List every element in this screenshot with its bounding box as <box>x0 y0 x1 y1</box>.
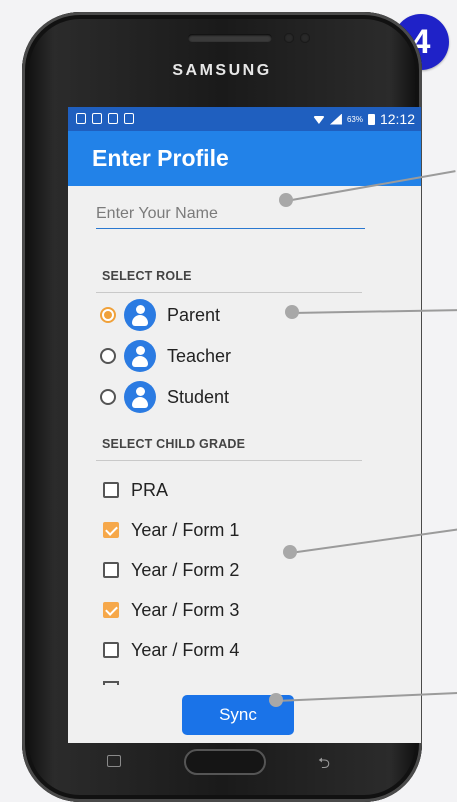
battery-icon <box>367 113 375 125</box>
recent-apps-icon[interactable] <box>107 755 121 767</box>
grade-divider <box>96 460 362 461</box>
device-brand: SAMSUNG <box>172 62 272 79</box>
notification-photo-icon <box>108 113 118 124</box>
phone-frame: SAMSUNG 63% 12:12 Enter Profile SELECT R… <box>22 12 422 802</box>
grade-option-year-4[interactable]: Year / Form 4 <box>103 636 239 664</box>
grade-label: Year / Form 4 <box>131 639 240 660</box>
grade-option-year-1[interactable]: Year / Form 1 <box>103 516 239 544</box>
grade-label: Year / Form 1 <box>131 519 240 540</box>
grade-option-year-3[interactable]: Year / Form 3 <box>103 596 239 624</box>
wifi-icon <box>312 116 325 124</box>
role-option-teacher[interactable]: Teacher <box>100 340 231 372</box>
notification-gallery-icon <box>76 113 86 124</box>
callout-dot-grade <box>283 545 297 559</box>
checkbox[interactable] <box>103 482 119 498</box>
callout-dot-name <box>279 193 293 207</box>
notification-photo-icon <box>124 113 134 124</box>
grade-section-label: SELECT CHILD GRADE <box>102 437 246 451</box>
status-bar: 63% 12:12 <box>68 107 421 131</box>
callout-dot-sync <box>269 693 283 707</box>
parent-icon <box>124 299 156 331</box>
callout-dot-role <box>285 305 299 319</box>
notification-sd-icon <box>92 113 102 124</box>
status-time: 12:12 <box>379 111 415 127</box>
grade-option-pra[interactable]: PRA <box>103 476 168 504</box>
front-camera-icon <box>284 33 294 43</box>
grade-option-year-2[interactable]: Year / Form 2 <box>103 556 239 584</box>
role-label: Parent <box>167 304 221 325</box>
grade-label: Year / Form 2 <box>131 559 240 580</box>
radio-button[interactable] <box>100 389 116 405</box>
home-button[interactable] <box>184 749 266 775</box>
role-divider <box>96 292 362 293</box>
checkbox-partially-visible[interactable] <box>103 681 119 685</box>
grade-label: PRA <box>131 479 169 500</box>
sensor-icon <box>300 33 310 43</box>
checkbox-checked[interactable] <box>103 602 119 618</box>
teacher-icon <box>124 340 156 372</box>
app-screen: 63% 12:12 Enter Profile SELECT ROLE Pare… <box>68 107 421 743</box>
student-icon <box>124 381 156 413</box>
page-title: Enter Profile <box>92 145 229 171</box>
radio-button[interactable] <box>100 348 116 364</box>
role-label: Teacher <box>167 345 232 366</box>
role-option-parent[interactable]: Parent <box>100 299 220 331</box>
role-option-student[interactable]: Student <box>100 381 229 413</box>
checkbox[interactable] <box>103 642 119 658</box>
role-label: Student <box>167 386 230 407</box>
earpiece-speaker <box>188 34 272 42</box>
checkbox[interactable] <box>103 562 119 578</box>
name-input[interactable] <box>96 202 365 229</box>
radio-button-selected[interactable] <box>100 307 116 323</box>
grade-label: Year / Form 3 <box>131 599 240 620</box>
back-icon[interactable]: ⮌ <box>318 753 330 778</box>
battery-percent: 63% <box>346 114 363 124</box>
role-section-label: SELECT ROLE <box>102 269 192 283</box>
signal-icon <box>329 113 342 125</box>
checkbox-checked[interactable] <box>103 522 119 538</box>
app-bar: Enter Profile <box>68 131 421 186</box>
